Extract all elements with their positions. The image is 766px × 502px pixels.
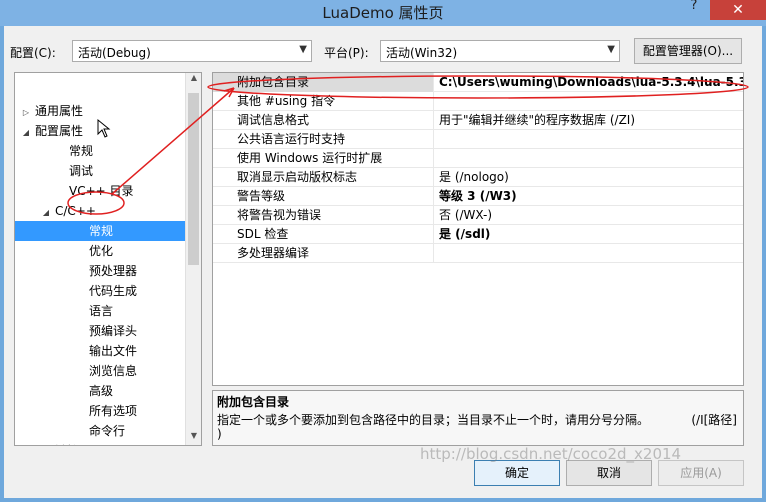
property-name: 附加包含目录: [213, 73, 434, 92]
property-name: 多处理器编译: [213, 244, 434, 263]
tree-item-label: 预处理器: [89, 264, 138, 278]
config-combo[interactable]: 活动(Debug) ▼: [72, 40, 312, 62]
tree-item[interactable]: 预处理器: [15, 261, 183, 281]
scroll-thumb[interactable]: [188, 93, 199, 265]
help-button[interactable]: ?: [684, 0, 704, 18]
property-name: 公共语言运行时支持: [213, 130, 434, 149]
collapse-icon[interactable]: ◢: [21, 123, 31, 143]
tree-item-label: 输出文件: [89, 344, 138, 358]
tree-item[interactable]: ◢ 配置属性: [15, 121, 183, 141]
property-row[interactable]: 使用 Windows 运行时扩展: [213, 149, 743, 168]
property-value[interactable]: 是 (/sdl): [435, 225, 743, 244]
tree-item[interactable]: 语言: [15, 301, 183, 321]
property-name: 其他 #using 指令: [213, 92, 434, 111]
expand-icon[interactable]: ▷: [21, 103, 31, 123]
tree-item-label: 链接器: [55, 444, 91, 445]
tree-item[interactable]: 命令行: [15, 421, 183, 441]
property-name: 将警告视为错误: [213, 206, 434, 225]
platform-label: 平台(P):: [324, 46, 369, 60]
tree-item[interactable]: 浏览信息: [15, 361, 183, 381]
collapse-icon[interactable]: ◢: [41, 443, 51, 445]
property-tree[interactable]: ▷ 通用属性 ◢ 配置属性 常规 调试 VC++ 目录 ◢ C/C++ 常规 优化 预处理器 代码生成语…: [14, 72, 202, 446]
dialog-client: 配置(C): 活动(Debug) ▼ 平台(P): 活动(Win32) ▼ 配置…: [4, 26, 762, 498]
apply-button[interactable]: 应用(A): [658, 460, 744, 486]
description-title: 附加包含目录: [217, 395, 290, 409]
tree-item[interactable]: 预编译头: [15, 321, 183, 341]
tree-item[interactable]: 高级: [15, 381, 183, 401]
tree-item[interactable]: 优化: [15, 241, 183, 261]
title-bar: LuaDemo 属性页 ? ✕: [0, 0, 766, 26]
property-row[interactable]: 将警告视为错误否 (/WX-): [213, 206, 743, 225]
description-switch: (/I[路径]: [691, 413, 737, 427]
property-value[interactable]: [435, 92, 743, 111]
chevron-down-icon: ▼: [299, 44, 307, 55]
tree-item[interactable]: 常规: [15, 141, 183, 161]
tree-item-label: 优化: [89, 244, 114, 258]
tree-item-label: VC++ 目录: [69, 184, 134, 198]
tree-item-label: 调试: [69, 164, 94, 178]
tree-item-label: 常规: [89, 224, 114, 238]
tree-item[interactable]: 所有选项: [15, 401, 183, 421]
close-button[interactable]: ✕: [710, 0, 766, 20]
cancel-button[interactable]: 取消: [566, 460, 652, 486]
platform-combo[interactable]: 活动(Win32) ▼: [380, 40, 620, 62]
tree-item-label: 预编译头: [89, 324, 138, 338]
property-name: 调试信息格式: [213, 111, 434, 130]
ok-button[interactable]: 确定: [474, 460, 560, 486]
platform-value: 活动(Win32): [386, 46, 458, 60]
property-row[interactable]: 警告等级 等级 3 (/W3): [213, 187, 743, 206]
chevron-down-icon: ▼: [607, 44, 615, 55]
collapse-icon[interactable]: ◢: [41, 203, 51, 223]
description-text: 指定一个或多个要添加到包含路径中的目录；当目录不止一个时，请用分号分隔。: [217, 413, 650, 427]
config-manager-button[interactable]: 配置管理器(O)...: [634, 38, 742, 64]
tree-item-label: 语言: [89, 304, 114, 318]
tree-item[interactable]: VC++ 目录: [15, 181, 183, 201]
config-label: 配置(C):: [10, 46, 56, 60]
property-row[interactable]: 调试信息格式 用于"编辑并继续"的程序数据库 (/ZI): [213, 111, 743, 130]
property-grid[interactable]: 附加包含目录 C:\Users\wuming\Downloads\lua-5.3.…: [212, 72, 744, 386]
tree-item-label: 代码生成: [89, 284, 138, 298]
property-value[interactable]: 否 (/WX-): [435, 206, 743, 225]
tree-item[interactable]: ▷ 通用属性: [15, 101, 183, 121]
property-row[interactable]: SDL 检查是 (/sdl): [213, 225, 743, 244]
tree-item[interactable]: ◢ 链接器: [15, 441, 183, 445]
tree-item-label: 高级: [89, 384, 114, 398]
window-title: LuaDemo 属性页: [322, 4, 444, 22]
scroll-down-icon[interactable]: ▼: [186, 431, 201, 445]
property-value[interactable]: 用于"编辑并继续"的程序数据库 (/ZI): [435, 111, 743, 130]
property-value[interactable]: C:\Users\wuming\Downloads\lua-5.3.4\lua-…: [435, 73, 743, 92]
property-row[interactable]: 公共语言运行时支持: [213, 130, 743, 149]
description-panel: 附加包含目录 指定一个或多个要添加到包含路径中的目录；当目录不止一个时，请用分号…: [212, 390, 744, 446]
property-name: 警告等级: [213, 187, 434, 206]
tree-item-label: 所有选项: [89, 404, 138, 418]
property-value[interactable]: [435, 130, 743, 149]
tree-item-label: 命令行: [89, 424, 126, 438]
property-value[interactable]: 是 (/nologo): [435, 168, 743, 187]
tree-item-label: C/C++: [55, 204, 96, 218]
property-row[interactable]: 取消显示启动版权标志是 (/nologo): [213, 168, 743, 187]
property-value[interactable]: [435, 149, 743, 168]
description-tail: ): [217, 427, 222, 441]
watermark: http://blog.csdn.net/coco2d_x2014: [420, 445, 682, 463]
property-name: 取消显示启动版权标志: [213, 168, 434, 187]
property-name: SDL 检查: [213, 225, 434, 244]
property-row[interactable]: 多处理器编译: [213, 244, 743, 263]
property-row[interactable]: 附加包含目录 C:\Users\wuming\Downloads\lua-5.3.…: [213, 73, 743, 92]
tree-item-label: 配置属性: [35, 124, 84, 138]
property-row[interactable]: 其他 #using 指令: [213, 92, 743, 111]
property-value[interactable]: [435, 244, 743, 263]
tree-item-label: 常规: [69, 144, 94, 158]
property-value[interactable]: 等级 3 (/W3): [435, 187, 743, 206]
property-name: 使用 Windows 运行时扩展: [213, 149, 434, 168]
tree-item-label: 通用属性: [35, 104, 84, 118]
tree-item-label: 浏览信息: [89, 364, 138, 378]
tree-item[interactable]: 调试: [15, 161, 183, 181]
tree-item[interactable]: 代码生成: [15, 281, 183, 301]
tree-item[interactable]: 输出文件: [15, 341, 183, 361]
scroll-up-icon[interactable]: ▲: [186, 73, 201, 87]
tree-item[interactable]: 常规: [15, 221, 185, 241]
tree-item[interactable]: ◢ C/C++: [15, 201, 183, 221]
config-value: 活动(Debug): [78, 46, 151, 60]
tree-scrollbar[interactable]: ▲ ▼: [185, 73, 201, 445]
